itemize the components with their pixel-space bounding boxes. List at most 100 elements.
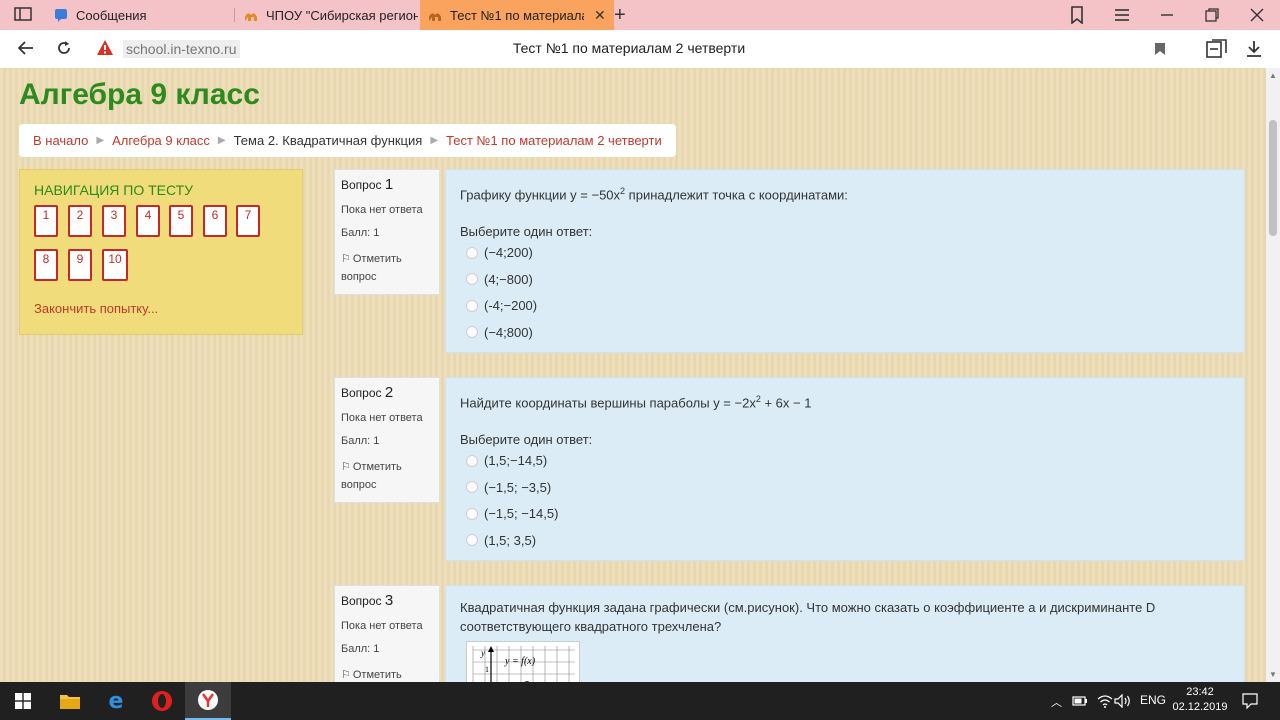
taskbar-edge[interactable]: e [93,682,139,720]
notifications-icon[interactable] [1242,693,1258,709]
breadcrumb: В начало ▶ Алгебра 9 класс ▶ Тема 2. Ква… [19,124,676,157]
flag-question-button[interactable]: ⚐ Отметить вопрос [341,250,433,286]
question-info-3: Вопрос 3 Пока нет ответа Балл: 1 ⚐ Отмети… [334,585,440,682]
answer-option[interactable]: (−4;800) [460,319,1230,346]
graph-function-label: y = f(x) [504,656,536,667]
new-tab-icon[interactable]: + [614,4,626,27]
question-score: Балл: 1 [341,435,380,447]
question-body-3: Квадратичная функция задана графически (… [445,585,1245,682]
quiz-nav-question-9[interactable]: 9 [68,249,92,281]
question-info-2: Вопрос 2 Пока нет ответа Балл: 1 ⚐ Отмети… [334,377,440,503]
volume-icon[interactable] [1114,694,1132,708]
scrollbar-thumb[interactable] [1269,120,1277,236]
answer-option[interactable]: (-4;−200) [460,292,1230,319]
collections-icon[interactable] [1069,6,1085,24]
bookmark-icon[interactable] [1154,42,1166,56]
tab-school[interactable]: ЧПОУ "Сибирская регионал [236,0,424,30]
radio-button[interactable] [466,273,478,286]
tab-quiz[interactable]: Тест №1 по материалам ✕ [420,0,614,30]
quiz-nav-question-5[interactable]: 5 [169,205,193,237]
question-body-1: Графику функции y = −50x2 принадлежит то… [445,169,1245,353]
collections-add-icon[interactable] [1206,39,1228,59]
vertical-scrollbar[interactable]: ▲ ▼ [1266,68,1280,682]
question-number: Вопрос 2 [341,384,394,401]
breadcrumb-separator-icon: ▶ [96,135,105,146]
start-button[interactable] [0,682,46,720]
question-info-1: Вопрос 1 Пока нет ответа Балл: 1 ⚐ Отмети… [334,169,440,295]
radio-button[interactable] [466,454,478,467]
function-graph-image: y y = f(x) 1 [466,641,580,682]
flag-question-button[interactable]: ⚐ Отметить [341,666,433,682]
tray-expand-icon[interactable]: ︿ [1051,694,1062,710]
windows-taskbar: e ︿ ENG 23:42 02.12.2019 [0,682,1280,720]
scroll-down-icon[interactable]: ▼ [1269,670,1277,679]
radio-button[interactable] [466,481,478,494]
system-clock[interactable]: 23:42 02.12.2019 [1172,685,1228,715]
moodle-favicon-icon [428,8,442,22]
moodle-favicon-icon [244,8,258,22]
wifi-icon[interactable] [1097,694,1113,708]
answer-option[interactable]: (−1,5; −14,5) [460,500,1230,527]
yandex-browser-icon [198,690,218,710]
address-bar: school.in-texno.ru Тест №1 по материалам… [0,30,1280,69]
answer-option[interactable]: (4;−800) [460,266,1230,293]
breadcrumb-topic: Тема 2. Квадратичная функция [233,133,423,148]
finish-attempt-link[interactable]: Закончить попытку... [34,301,158,316]
flag-question-button[interactable]: ⚐ Отметить вопрос [341,458,433,494]
radio-button[interactable] [466,534,478,547]
flag-icon: ⚐ [341,461,351,473]
answer-option[interactable]: (1,5; 3,5) [460,527,1230,554]
graph-tick-label: 1 [485,665,489,674]
tab-label: Тест №1 по материалам [450,7,584,23]
restore-icon[interactable] [1205,8,1219,22]
question-status: Пока нет ответа [341,620,423,632]
windows-logo-icon [15,693,31,709]
quiz-nav-question-8[interactable]: 8 [34,249,58,281]
radio-button[interactable] [466,507,478,520]
battery-icon[interactable] [1072,695,1088,707]
tab-messages[interactable]: Сообщения [46,0,240,30]
clock-time: 23:42 [1186,686,1214,698]
quiz-nav-question-1[interactable]: 1 [34,205,58,237]
question-status: Пока нет ответа [341,412,423,424]
breadcrumb-quiz-link[interactable]: Тест №1 по материалам 2 четверти [446,133,662,148]
quiz-nav-question-4[interactable]: 4 [136,205,160,237]
taskbar-opera[interactable] [139,682,185,720]
answer-option[interactable]: (−4;200) [460,239,1230,266]
radio-button[interactable] [466,246,478,259]
quiz-nav-question-3[interactable]: 3 [102,205,126,237]
question-text: Графику функции y = −50x2 принадлежит то… [460,186,848,203]
input-language-indicator[interactable]: ENG [1140,693,1166,707]
quiz-nav-question-2[interactable]: 2 [68,205,92,237]
breadcrumb-course-link[interactable]: Алгебра 9 класс [112,133,210,148]
question-status: Пока нет ответа [341,204,423,216]
close-tab-icon[interactable]: ✕ [594,7,606,24]
quiz-nav-question-7[interactable]: 7 [236,205,260,237]
radio-button[interactable] [466,326,478,339]
quiz-nav-question-6[interactable]: 6 [203,205,227,237]
answer-option[interactable]: (−1,5; −3,5) [460,474,1230,501]
opera-browser-icon [152,691,172,711]
question-score: Балл: 1 [341,227,380,239]
scroll-up-icon[interactable]: ▲ [1269,71,1277,80]
close-window-icon[interactable] [1250,8,1264,22]
edge-browser-icon: e [108,688,124,714]
quiz-navigation-block: НАВИГАЦИЯ ПО ТЕСТУ 1 2 3 4 5 6 7 8 9 10 … [19,169,303,335]
question-body-2: Найдите координаты вершины параболы y = … [445,377,1245,561]
question-number: Вопрос 1 [341,176,394,193]
flag-icon: ⚐ [341,669,351,681]
taskbar-yandex-browser[interactable] [185,682,231,720]
question-score: Балл: 1 [341,643,380,655]
taskbar-file-explorer[interactable] [47,682,93,720]
answer-option[interactable]: (1,5;−14,5) [460,447,1230,474]
course-title: Алгебра 9 класс [19,78,260,111]
breadcrumb-home-link[interactable]: В начало [33,133,88,148]
quiz-nav-question-10[interactable]: 10 [102,249,128,281]
breadcrumb-separator-icon: ▶ [217,135,226,146]
sidebar-toggle-icon[interactable] [14,7,32,21]
download-icon[interactable] [1246,40,1262,58]
menu-icon[interactable] [1114,8,1130,22]
radio-button[interactable] [466,299,478,312]
page-content: Алгебра 9 класс В начало ▶ Алгебра 9 кла… [0,68,1266,682]
minimize-icon[interactable] [1160,8,1174,22]
